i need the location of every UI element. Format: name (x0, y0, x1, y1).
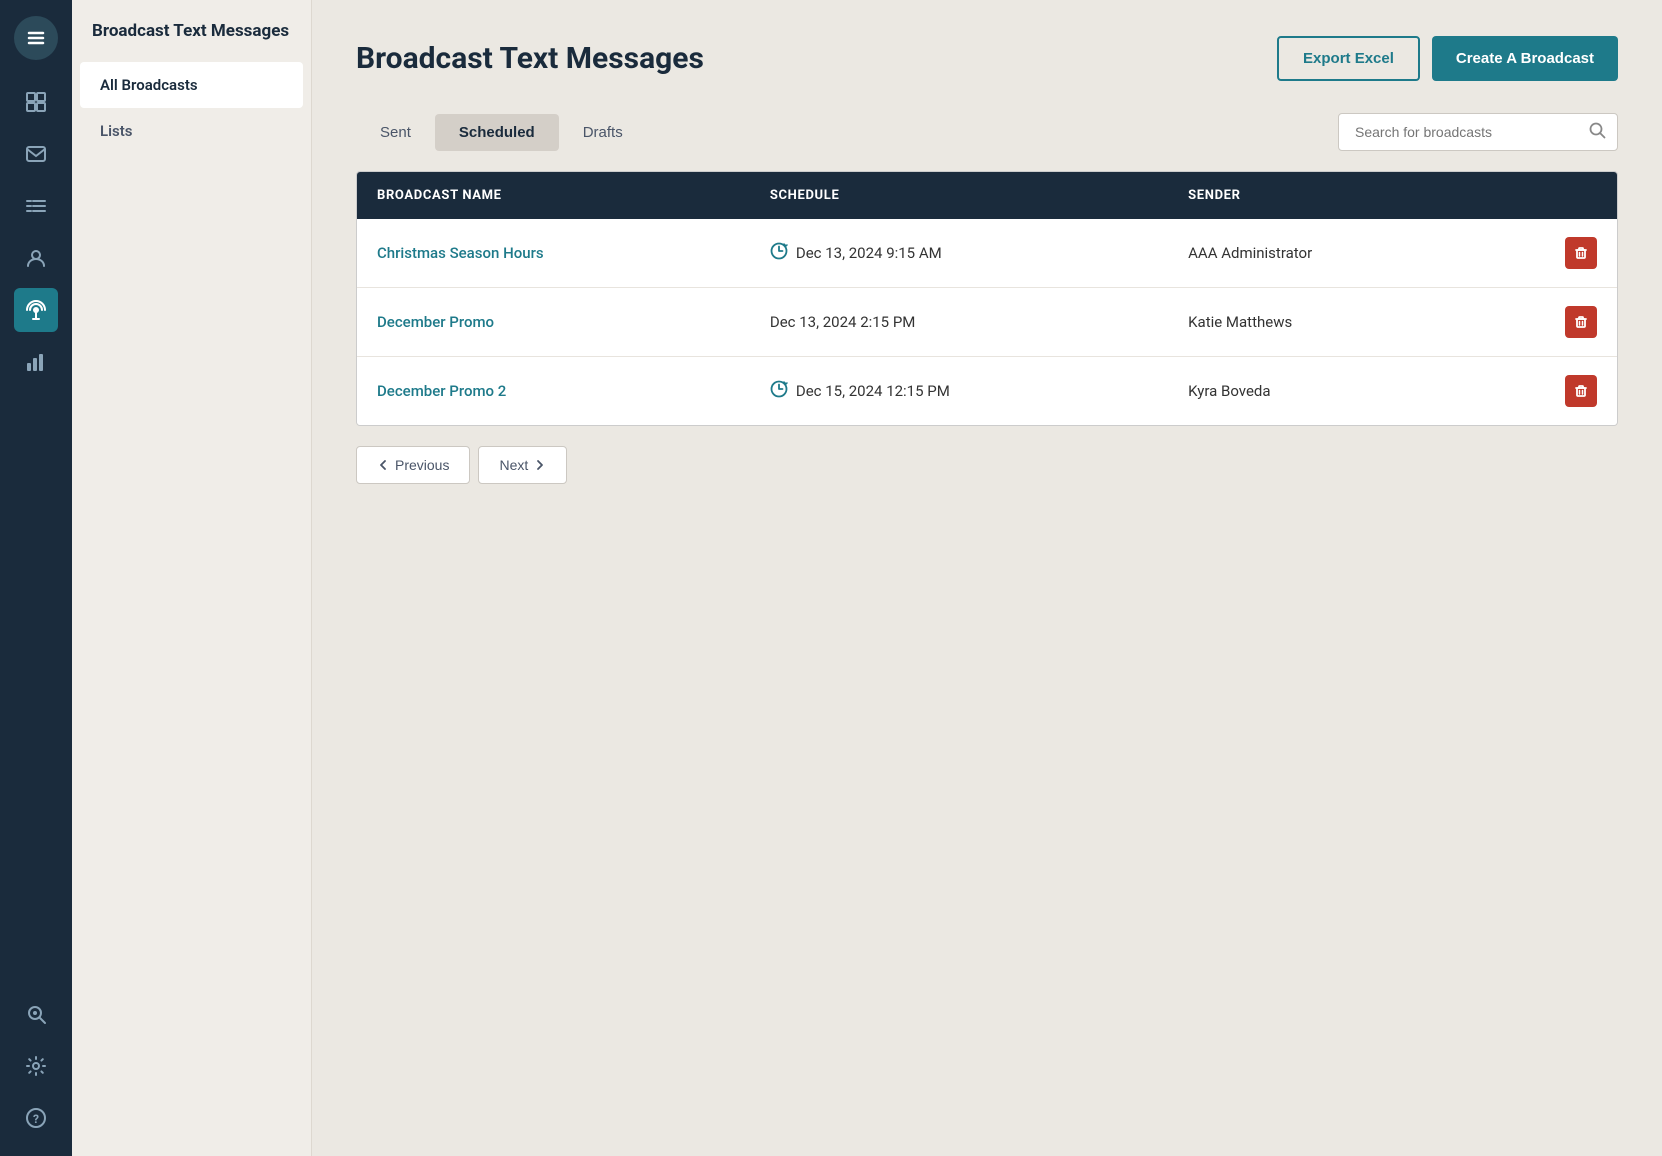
sender-cell: Kyra Boveda (1168, 357, 1480, 426)
tab-sent[interactable]: Sent (356, 114, 435, 151)
header-buttons: Export Excel Create A Broadcast (1277, 36, 1618, 81)
table-row: December Promo Dec 13, 2024 2:15 PM Katie … (357, 288, 1617, 357)
sender-cell: AAA Administrator (1168, 219, 1480, 288)
inbox-icon[interactable] (14, 132, 58, 176)
page-title: Broadcast Text Messages (356, 41, 704, 76)
search-box (1338, 113, 1618, 151)
sidebar-item-lists[interactable]: Lists (80, 108, 303, 154)
pagination: Previous Next (356, 446, 1618, 484)
schedule-text: Dec 13, 2024 2:15 PM (770, 313, 916, 331)
svg-text:?: ? (33, 1112, 39, 1126)
schedule-text: Dec 15, 2024 12:15 PM (796, 382, 950, 400)
table-header-row: Broadcast Name Schedule Sender (357, 172, 1617, 219)
create-broadcast-button[interactable]: Create A Broadcast (1432, 36, 1618, 81)
broadcast-name-link[interactable]: Christmas Season Hours (377, 244, 544, 262)
sidebar-title: Broadcast Text Messages (72, 20, 311, 62)
col-broadcast-name: Broadcast Name (357, 172, 750, 219)
broadcasts-table: Broadcast Name Schedule Sender Christmas… (357, 172, 1617, 425)
col-actions (1480, 172, 1617, 219)
action-cell (1480, 288, 1617, 357)
search-input[interactable] (1338, 113, 1618, 151)
contacts-icon[interactable] (14, 236, 58, 280)
broadcast-name-link[interactable]: December Promo (377, 313, 494, 331)
clock-icon (770, 242, 788, 265)
broadcast-nav-icon[interactable] (14, 288, 58, 332)
schedule-text: Dec 13, 2024 9:15 AM (796, 244, 942, 262)
search-icon (1588, 121, 1606, 143)
nav-logo[interactable] (14, 16, 58, 60)
left-nav: ? (0, 0, 72, 1156)
previous-button[interactable]: Previous (356, 446, 470, 484)
table-row: December Promo 2 Dec 15, 2024 12:15 PM Ky… (357, 357, 1617, 426)
tabs: Sent Scheduled Drafts (356, 114, 647, 151)
list-details-icon[interactable] (14, 184, 58, 228)
search-icon[interactable] (14, 992, 58, 1036)
page-header: Broadcast Text Messages Export Excel Cre… (356, 36, 1618, 81)
col-sender: Sender (1168, 172, 1480, 219)
main-content: Broadcast Text Messages Export Excel Cre… (312, 0, 1662, 1156)
tab-drafts[interactable]: Drafts (559, 114, 647, 151)
schedule-cell: Dec 13, 2024 9:15 AM (750, 219, 1168, 288)
export-excel-button[interactable]: Export Excel (1277, 36, 1420, 81)
broadcast-name-cell: December Promo (357, 288, 750, 357)
action-cell (1480, 357, 1617, 426)
tabs-search-row: Sent Scheduled Drafts (356, 113, 1618, 151)
dashboard-icon[interactable] (14, 80, 58, 124)
tab-scheduled[interactable]: Scheduled (435, 114, 559, 151)
delete-button[interactable] (1565, 375, 1597, 407)
table-row: Christmas Season Hours Dec 13, 2024 9:15… (357, 219, 1617, 288)
delete-button[interactable] (1565, 306, 1597, 338)
schedule-cell: Dec 13, 2024 2:15 PM (750, 288, 1168, 357)
broadcast-name-link[interactable]: December Promo 2 (377, 382, 506, 400)
sidebar-item-all-broadcasts[interactable]: All Broadcasts (80, 62, 303, 108)
sidebar: Broadcast Text Messages All Broadcasts L… (72, 0, 312, 1156)
broadcast-name-cell: Christmas Season Hours (357, 219, 750, 288)
schedule-cell: Dec 15, 2024 12:15 PM (750, 357, 1168, 426)
next-button[interactable]: Next (478, 446, 567, 484)
action-cell (1480, 219, 1617, 288)
broadcasts-table-container: Broadcast Name Schedule Sender Christmas… (356, 171, 1618, 426)
help-icon[interactable]: ? (14, 1096, 58, 1140)
broadcast-name-cell: December Promo 2 (357, 357, 750, 426)
settings-icon[interactable] (14, 1044, 58, 1088)
analytics-icon[interactable] (14, 340, 58, 384)
delete-button[interactable] (1565, 237, 1597, 269)
sender-cell: Katie Matthews (1168, 288, 1480, 357)
col-schedule: Schedule (750, 172, 1168, 219)
clock-icon (770, 380, 788, 403)
